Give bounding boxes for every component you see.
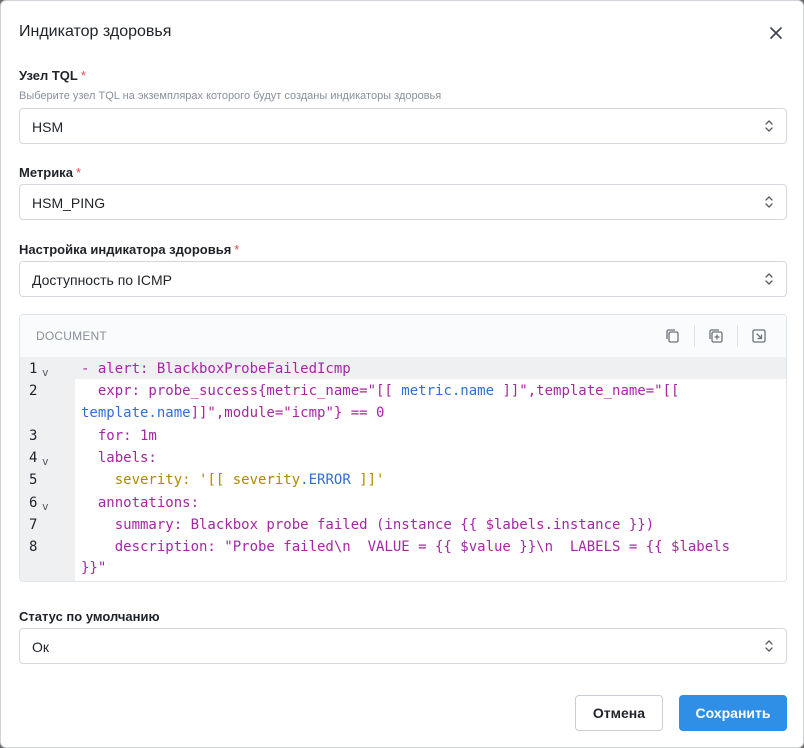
cancel-button[interactable]: Отмена xyxy=(575,695,663,731)
metric-label: Метрика * xyxy=(19,165,81,180)
health-indicator-dialog: Индикатор здоровья Узел TQL * Выберите уз… xyxy=(0,0,804,748)
chevron-updown-icon xyxy=(765,273,773,285)
required-mark: * xyxy=(80,68,86,83)
tql-node-label: Узел TQL * xyxy=(19,68,86,83)
code-line: for: 1m xyxy=(81,428,157,444)
default-status-select[interactable]: Ок xyxy=(19,628,787,664)
code-line: labels: xyxy=(81,450,157,466)
required-mark: * xyxy=(234,242,240,257)
dialog-title: Индикатор здоровья xyxy=(19,23,172,40)
duplicate-icon[interactable] xyxy=(706,326,726,346)
default-status-value: Ок xyxy=(32,639,50,655)
chevron-updown-icon xyxy=(765,196,773,208)
code-editor[interactable]: DOCUMENT 1 v 2 3 4 v 5 6 v 7 8 - alert: … xyxy=(19,314,787,582)
code-line: expr: probe_success{metric_name="[[ metr… xyxy=(81,383,680,399)
code-text: ]]",module="icmp"} == 0 xyxy=(190,405,385,421)
code-text: . xyxy=(300,472,309,488)
default-status-label: Статус по умолчанию xyxy=(19,609,160,624)
code-text: : '[[ xyxy=(182,472,233,488)
editor-document-label: DOCUMENT xyxy=(36,329,107,343)
save-button[interactable]: Сохранить xyxy=(679,695,787,731)
health-setting-label: Настройка индикатора здоровья * xyxy=(19,242,239,257)
code-variable: metric.name xyxy=(401,383,495,399)
tql-node-select[interactable]: HSM xyxy=(19,108,787,144)
health-setting-select[interactable]: Доступность по ICMP xyxy=(19,261,787,297)
code-line: severity: '[[ severity.ERROR ]]' xyxy=(81,472,385,488)
code-line: annotations: xyxy=(81,495,200,511)
tql-node-hint: Выберите узел TQL на экземплярах которог… xyxy=(19,90,442,102)
chevron-updown-icon xyxy=(765,120,773,132)
editor-toolbar: DOCUMENT xyxy=(20,315,786,357)
fold-chevron-icon[interactable]: v xyxy=(42,455,49,468)
line-number: 2 xyxy=(29,383,38,399)
line-number: 6 xyxy=(29,495,38,511)
line-number: 1 xyxy=(29,361,38,377)
code-line: description: "Probe failed\n VALUE = {{ … xyxy=(81,539,731,555)
toolbar-divider xyxy=(737,325,738,347)
code-line: - alert: BlackboxProbeFailedIcmp xyxy=(81,361,351,377)
line-number: 4 xyxy=(29,450,38,466)
line-number: 3 xyxy=(29,428,38,444)
metric-label-text: Метрика xyxy=(19,165,73,180)
health-setting-label-text: Настройка индикатора здоровья xyxy=(19,242,232,257)
metric-select[interactable]: HSM_PING xyxy=(19,184,787,220)
toolbar-divider xyxy=(694,325,695,347)
line-number: 5 xyxy=(29,472,38,488)
tql-node-label-text: Узел TQL xyxy=(19,68,78,83)
fold-chevron-icon[interactable]: v xyxy=(42,366,49,379)
code-line-wrapped: }}" xyxy=(81,560,107,576)
copy-icon[interactable] xyxy=(663,326,683,346)
code-text: expr: probe_success{metric_name="[[ xyxy=(81,383,402,399)
code-line-wrapped: template.name]]",module="icmp"} == 0 xyxy=(81,405,384,421)
line-number: 7 xyxy=(29,517,38,533)
code-key: severity xyxy=(232,472,301,488)
fold-chevron-icon[interactable]: v xyxy=(42,500,49,513)
code-text: ]]",template_name="[[ xyxy=(494,383,680,399)
expand-icon[interactable] xyxy=(749,326,769,346)
code-variable: ERROR xyxy=(308,472,351,488)
tql-node-value: HSM xyxy=(32,119,64,135)
code-text: ]]' xyxy=(350,472,385,488)
chevron-updown-icon xyxy=(765,640,773,652)
metric-value: HSM_PING xyxy=(32,195,106,211)
required-mark: * xyxy=(75,165,81,180)
code-line: summary: Blackbox probe failed (instance… xyxy=(81,517,655,533)
code-variable: template.name xyxy=(81,405,191,421)
line-number: 8 xyxy=(29,539,38,555)
code-key: severity xyxy=(114,472,183,488)
health-setting-value: Доступность по ICMP xyxy=(32,272,172,288)
close-icon[interactable] xyxy=(766,23,786,43)
